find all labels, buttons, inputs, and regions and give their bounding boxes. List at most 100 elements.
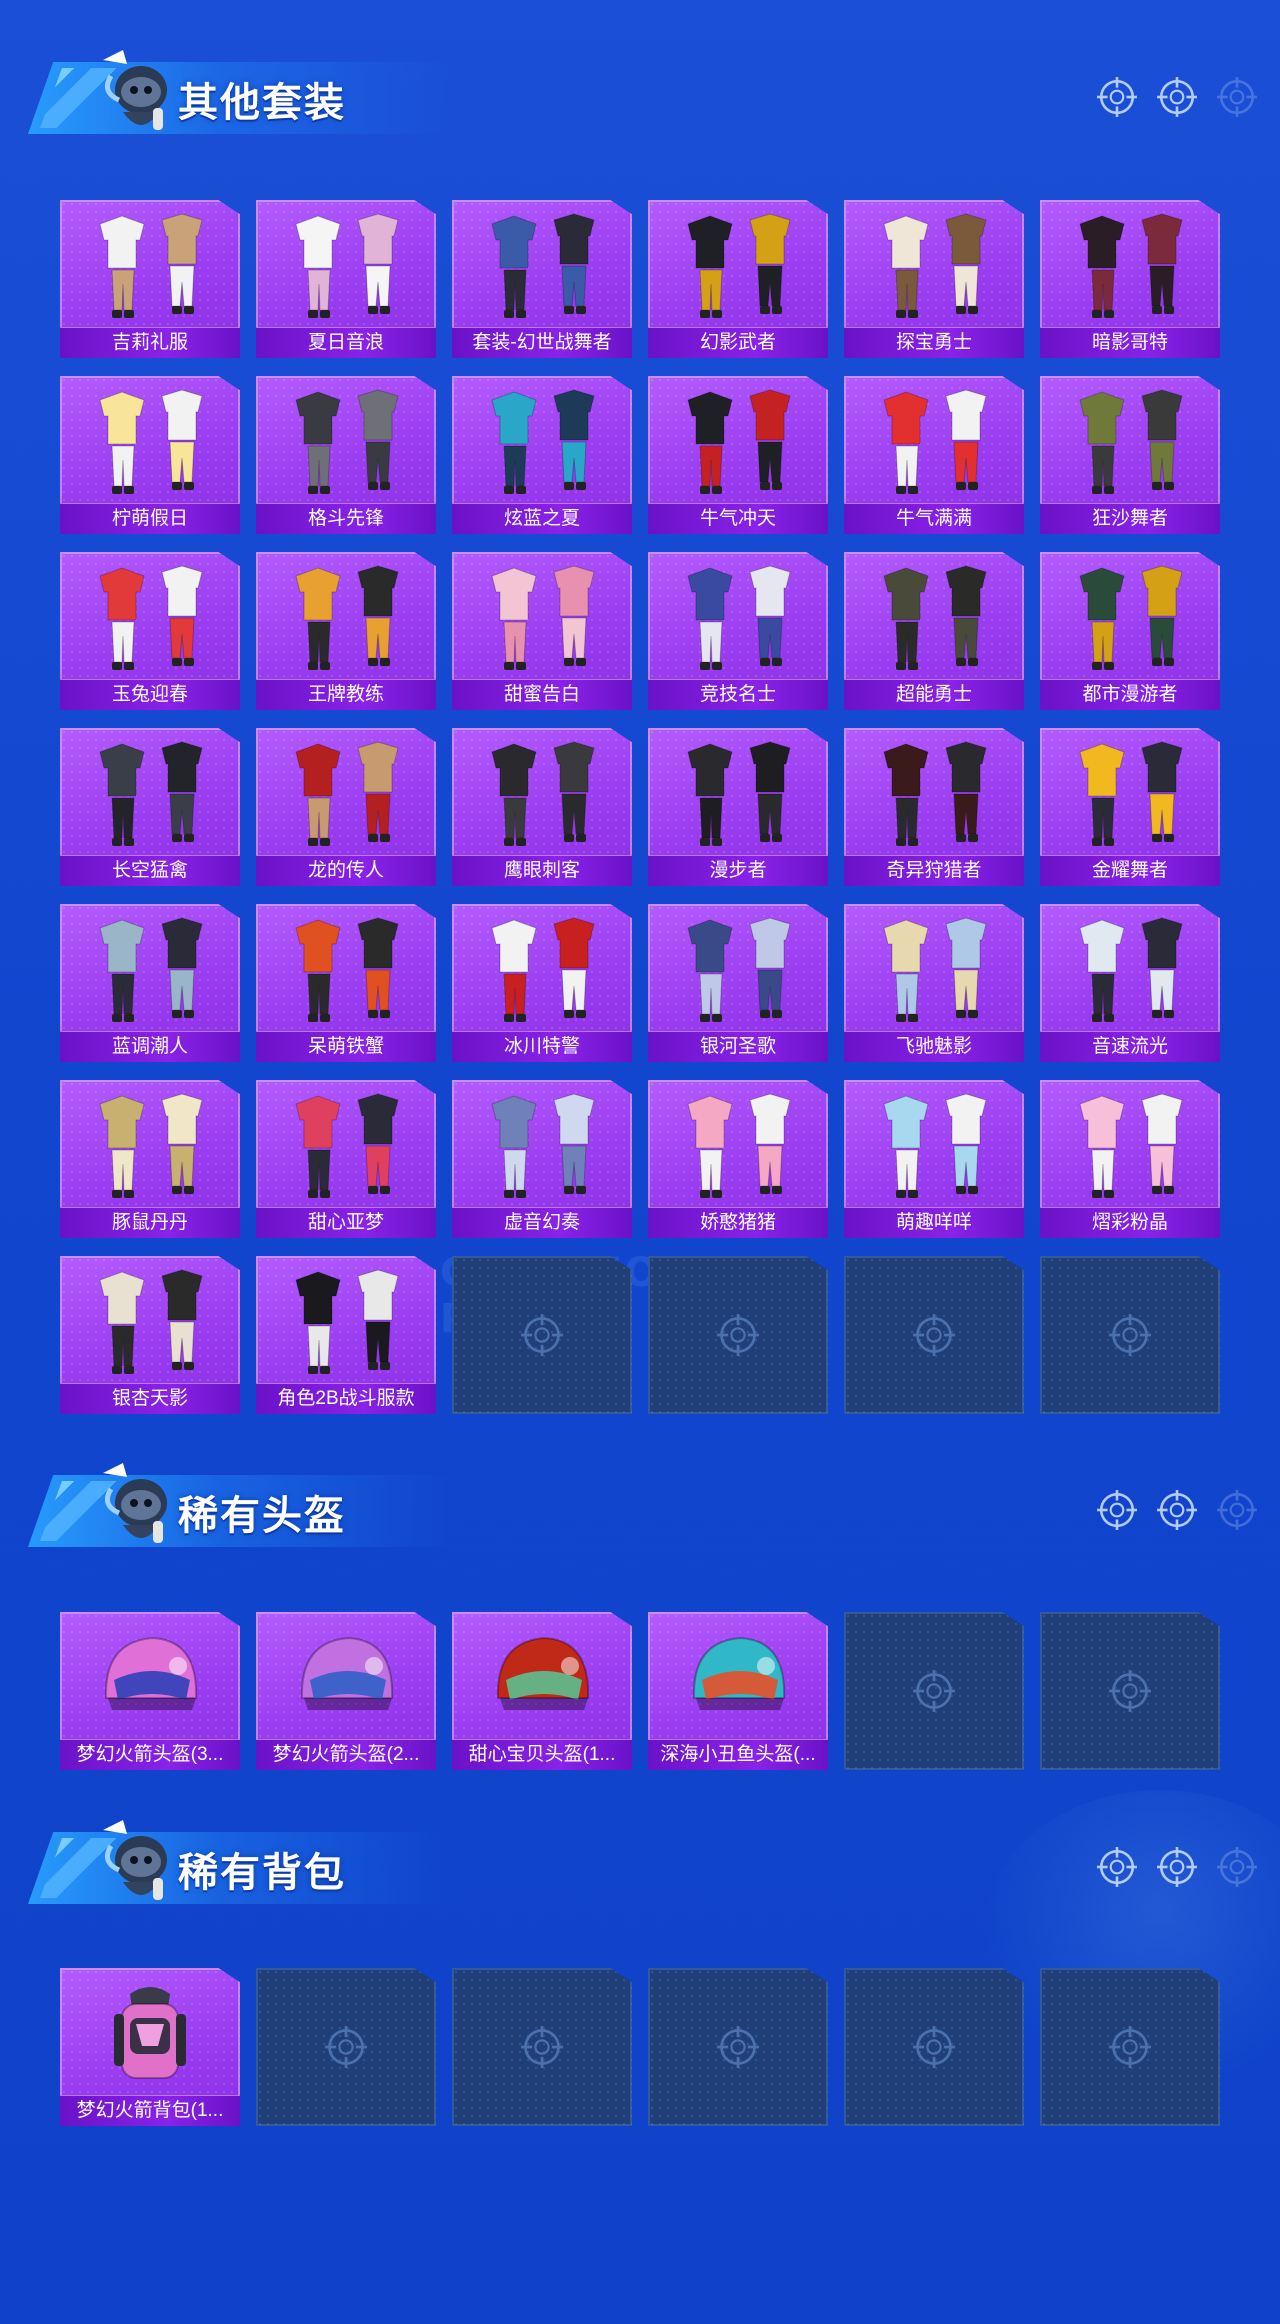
crosshair-icon [1096, 76, 1138, 118]
item-label: 甜心亚梦 [256, 1207, 436, 1238]
item-label: 音速流光 [1040, 1031, 1220, 1062]
item-card[interactable]: 竞技名士 [648, 552, 828, 710]
item-thumbnail [883, 565, 987, 670]
item-thumbnail [295, 565, 399, 670]
item-label: 呆萌铁蟹 [256, 1031, 436, 1062]
crosshair-icon [520, 1313, 564, 1357]
item-card[interactable]: 深海小丑鱼头盔(... [648, 1612, 828, 1770]
section-title: 稀有头盔 [178, 1494, 346, 1538]
item-thumbnail [687, 1093, 791, 1198]
crosshair-icon [1108, 1669, 1152, 1713]
item-label: 熠彩粉晶 [1040, 1207, 1220, 1238]
item-card[interactable]: 银杏天影 [60, 1256, 240, 1414]
item-card[interactable]: 飞驰魅影 [844, 904, 1024, 1062]
item-thumbnail [99, 213, 203, 318]
item-card[interactable]: 豚鼠丹丹 [60, 1080, 240, 1238]
crosshair-icon [1156, 1489, 1198, 1531]
item-label: 套装-幻世战舞者 [452, 327, 632, 358]
item-card[interactable]: 套装-幻世战舞者 [452, 200, 632, 358]
item-thumbnail [300, 1636, 394, 1710]
item-card[interactable]: 甜蜜告白 [452, 552, 632, 710]
item-label: 吉莉礼服 [60, 327, 240, 358]
empty-slot [844, 1612, 1024, 1770]
item-card[interactable]: 幻影武者 [648, 200, 828, 358]
crosshair-icon [1156, 1846, 1198, 1888]
item-label: 蓝调潮人 [60, 1031, 240, 1062]
item-card[interactable]: 柠萌假日 [60, 376, 240, 534]
item-card[interactable]: 龙的传人 [256, 728, 436, 886]
item-label: 虚音幻奏 [452, 1207, 632, 1238]
item-thumbnail [1079, 565, 1183, 670]
item-label: 银河圣歌 [648, 1031, 828, 1062]
item-card[interactable]: 牛气满满 [844, 376, 1024, 534]
item-card[interactable]: 梦幻火箭头盔(2... [256, 1612, 436, 1770]
item-thumbnail [295, 741, 399, 846]
item-card[interactable]: 梦幻火箭头盔(3... [60, 1612, 240, 1770]
item-card[interactable]: 娇憨猪猪 [648, 1080, 828, 1238]
item-card[interactable]: 奇异狩猎者 [844, 728, 1024, 886]
item-card[interactable]: 牛气冲天 [648, 376, 828, 534]
crosshair-icon [1096, 1489, 1138, 1531]
crosshair-icon [324, 2025, 368, 2069]
item-thumbnail [883, 741, 987, 846]
crosshair-icon-faded [1216, 1846, 1258, 1888]
empty-slot [1040, 1968, 1220, 2126]
item-card[interactable]: 甜心亚梦 [256, 1080, 436, 1238]
item-thumbnail [295, 1093, 399, 1198]
item-card[interactable]: 炫蓝之夏 [452, 376, 632, 534]
item-label: 奇异狩猎者 [844, 855, 1024, 886]
item-label: 炫蓝之夏 [452, 503, 632, 534]
item-card[interactable]: 玉兔迎春 [60, 552, 240, 710]
item-card[interactable]: 呆萌铁蟹 [256, 904, 436, 1062]
item-label: 牛气满满 [844, 503, 1024, 534]
item-card[interactable]: 格斗先锋 [256, 376, 436, 534]
item-thumbnail [687, 213, 791, 318]
crosshair-icon [1156, 76, 1198, 118]
section-header: 稀有背包 [28, 1810, 1258, 1920]
header-icon-group [1096, 76, 1258, 120]
crosshair-icon [716, 1313, 760, 1357]
empty-slot [648, 1256, 828, 1414]
item-card[interactable]: 梦幻火箭背包(1... [60, 1968, 240, 2126]
item-label: 格斗先锋 [256, 503, 436, 534]
item-card[interactable]: 都市漫游者 [1040, 552, 1220, 710]
item-card[interactable]: 狂沙舞者 [1040, 376, 1220, 534]
item-label: 竞技名士 [648, 679, 828, 710]
item-card[interactable]: 角色2B战斗服款 [256, 1256, 436, 1414]
item-card[interactable]: 长空猛禽 [60, 728, 240, 886]
item-thumbnail [491, 1093, 595, 1198]
item-card[interactable]: 王牌教练 [256, 552, 436, 710]
item-card[interactable]: 甜心宝贝头盔(1... [452, 1612, 632, 1770]
item-thumbnail [295, 389, 399, 494]
item-card[interactable]: 吉莉礼服 [60, 200, 240, 358]
item-label: 豚鼠丹丹 [60, 1207, 240, 1238]
item-card[interactable]: 漫步者 [648, 728, 828, 886]
item-thumbnail [99, 917, 203, 1022]
item-thumbnail [883, 389, 987, 494]
item-card[interactable]: 音速流光 [1040, 904, 1220, 1062]
item-thumbnail [687, 917, 791, 1022]
item-card[interactable]: 夏日音浪 [256, 200, 436, 358]
item-card[interactable]: 冰川特警 [452, 904, 632, 1062]
item-card[interactable]: 暗影哥特 [1040, 200, 1220, 358]
item-card[interactable]: 超能勇士 [844, 552, 1024, 710]
item-card[interactable]: 熠彩粉晶 [1040, 1080, 1220, 1238]
item-card[interactable]: 蓝调潮人 [60, 904, 240, 1062]
item-card[interactable]: 鹰眼刺客 [452, 728, 632, 886]
item-card[interactable]: 探宝勇士 [844, 200, 1024, 358]
item-card[interactable]: 金耀舞者 [1040, 728, 1220, 886]
item-card[interactable]: 银河圣歌 [648, 904, 828, 1062]
item-label: 漫步者 [648, 855, 828, 886]
item-card[interactable]: 虚音幻奏 [452, 1080, 632, 1238]
empty-slot [452, 1968, 632, 2126]
item-label: 超能勇士 [844, 679, 1024, 710]
item-thumbnail [496, 1636, 590, 1710]
item-label: 夏日音浪 [256, 327, 436, 358]
item-thumbnail [104, 1636, 198, 1710]
item-thumbnail [99, 1269, 203, 1374]
item-label: 甜心宝贝头盔(1... [452, 1739, 632, 1770]
item-label: 飞驰魅影 [844, 1031, 1024, 1062]
item-card[interactable]: 萌趣咩咩 [844, 1080, 1024, 1238]
empty-slot [452, 1256, 632, 1414]
item-label: 探宝勇士 [844, 327, 1024, 358]
